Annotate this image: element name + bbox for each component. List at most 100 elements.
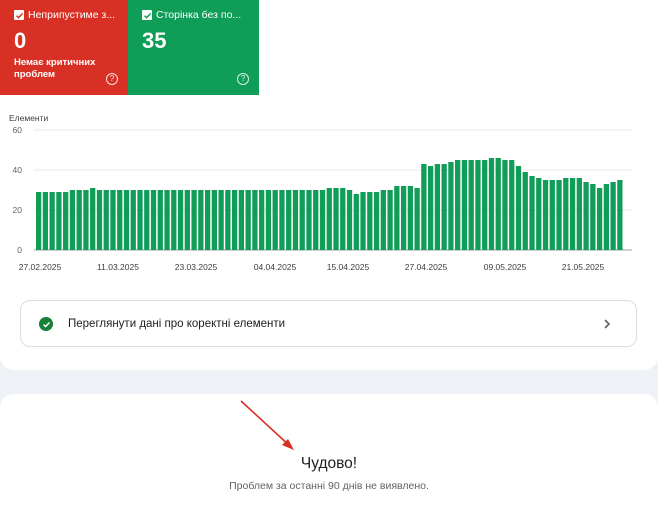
chart-bar[interactable]	[603, 184, 609, 250]
chart-bar[interactable]	[596, 188, 603, 250]
tile-critical-issues[interactable]: Неприпустиме з... 0 Немає критичних проб…	[0, 0, 128, 95]
chart-bar[interactable]	[42, 192, 49, 250]
chart-bar[interactable]	[353, 194, 359, 250]
chart-bar[interactable]	[482, 160, 488, 250]
chart-bar[interactable]	[252, 190, 258, 250]
tile-valid-value: 35	[142, 28, 167, 53]
chart-bar[interactable]	[414, 188, 420, 250]
chart-bar[interactable]	[144, 190, 150, 250]
x-tick-label: 27.02.2025	[19, 262, 62, 272]
chart-bar[interactable]	[292, 190, 299, 250]
chart-bar[interactable]	[123, 190, 130, 250]
chart-bar[interactable]	[69, 190, 76, 250]
chart-bar[interactable]	[360, 192, 366, 250]
chart-bar[interactable]	[96, 190, 103, 250]
chart-bar[interactable]	[536, 178, 542, 250]
chart-bar[interactable]	[475, 160, 481, 250]
chart-bar[interactable]	[563, 178, 569, 250]
chart-bar[interactable]	[313, 190, 319, 250]
help-icon[interactable]: ?	[237, 73, 249, 85]
chart-bar[interactable]	[576, 178, 582, 250]
chart-bar[interactable]	[245, 190, 251, 250]
chart-bar[interactable]	[137, 190, 143, 250]
chart-bar[interactable]	[49, 192, 55, 250]
chart-bar[interactable]	[394, 186, 400, 250]
chart-bar[interactable]	[509, 160, 515, 250]
chart-bar[interactable]	[346, 190, 353, 250]
chart-bar[interactable]	[455, 160, 461, 250]
chart-bar[interactable]	[191, 190, 197, 250]
chart-bar[interactable]	[211, 190, 217, 250]
chart-bar[interactable]	[461, 160, 468, 250]
chart-bar[interactable]	[184, 190, 190, 250]
chart-bar[interactable]	[569, 178, 576, 250]
chart-bar[interactable]	[110, 190, 116, 250]
chart-bar[interactable]	[340, 188, 346, 250]
summary-card: Неприпустиме з... 0 Немає критичних проб…	[0, 0, 658, 370]
chart-bar[interactable]	[488, 158, 495, 250]
chart-bar[interactable]	[448, 162, 454, 250]
chart-bar[interactable]	[306, 190, 312, 250]
chart-bar[interactable]	[326, 188, 332, 250]
chart-bar[interactable]	[286, 190, 292, 250]
chart-bar[interactable]	[373, 192, 380, 250]
chart-bar[interactable]	[218, 190, 224, 250]
chart-bar[interactable]	[428, 166, 434, 250]
chart-bar[interactable]	[56, 192, 62, 250]
chart-bar[interactable]	[150, 190, 157, 250]
chart-bar[interactable]	[225, 190, 231, 250]
chart-bar[interactable]	[502, 160, 508, 250]
view-valid-items-link[interactable]: Переглянути дані про коректні елементи	[20, 300, 637, 347]
chart-bar[interactable]	[434, 164, 441, 250]
chart-bar[interactable]	[367, 192, 373, 250]
checkbox-icon[interactable]	[142, 10, 152, 20]
chart-bar[interactable]	[590, 184, 596, 250]
chart-bar[interactable]	[583, 182, 589, 250]
chart-bar[interactable]	[76, 190, 82, 250]
tile-valid-header[interactable]: Сторінка без по...	[142, 9, 253, 21]
chart-bar[interactable]	[265, 190, 272, 250]
chart-bar[interactable]	[232, 190, 238, 250]
chart-bar[interactable]	[400, 186, 407, 250]
chart-bar[interactable]	[495, 158, 501, 250]
checkbox-icon[interactable]	[14, 10, 24, 20]
help-icon[interactable]: ?	[106, 73, 118, 85]
chart-bar[interactable]	[522, 172, 528, 250]
chart-bar[interactable]	[319, 190, 326, 250]
chart-bar[interactable]	[83, 190, 89, 250]
chart-bar[interactable]	[542, 180, 549, 250]
chart-bar[interactable]	[63, 192, 69, 250]
tile-critical-header[interactable]: Неприпустиме з...	[14, 9, 122, 21]
chart-bar[interactable]	[529, 176, 535, 250]
chart-bar[interactable]	[130, 190, 136, 250]
chart-bar[interactable]	[279, 190, 285, 250]
chart-bar[interactable]	[171, 190, 177, 250]
chart-bar[interactable]	[610, 182, 616, 250]
chart-bar[interactable]	[299, 190, 305, 250]
chart-bar[interactable]	[468, 160, 474, 250]
chart-bar[interactable]	[556, 180, 562, 250]
chart-bar[interactable]	[90, 188, 96, 250]
chart-bar[interactable]	[272, 190, 278, 250]
chart-bar[interactable]	[177, 190, 184, 250]
chart-bar[interactable]	[204, 190, 211, 250]
chart-bar[interactable]	[441, 164, 447, 250]
chart-bar[interactable]	[103, 190, 109, 250]
tile-valid-pages[interactable]: Сторінка без по... 35 ?	[128, 0, 259, 95]
tile-critical-label: Неприпустиме з...	[28, 9, 116, 21]
chart-bar[interactable]	[259, 190, 265, 250]
chart-bar[interactable]	[421, 164, 427, 250]
chart-bar[interactable]	[157, 190, 163, 250]
chart-bar[interactable]	[515, 166, 522, 250]
chart-bar[interactable]	[238, 190, 245, 250]
chart-bar[interactable]	[36, 192, 42, 250]
chart-bar[interactable]	[164, 190, 170, 250]
chart-bar[interactable]	[549, 180, 555, 250]
chart-bar[interactable]	[117, 190, 123, 250]
chart-bar[interactable]	[198, 190, 204, 250]
chart-bar[interactable]	[333, 188, 339, 250]
chart-bar[interactable]	[380, 190, 386, 250]
chart-bar[interactable]	[387, 190, 393, 250]
chart-bar[interactable]	[407, 186, 413, 250]
chart-bar[interactable]	[617, 180, 623, 250]
